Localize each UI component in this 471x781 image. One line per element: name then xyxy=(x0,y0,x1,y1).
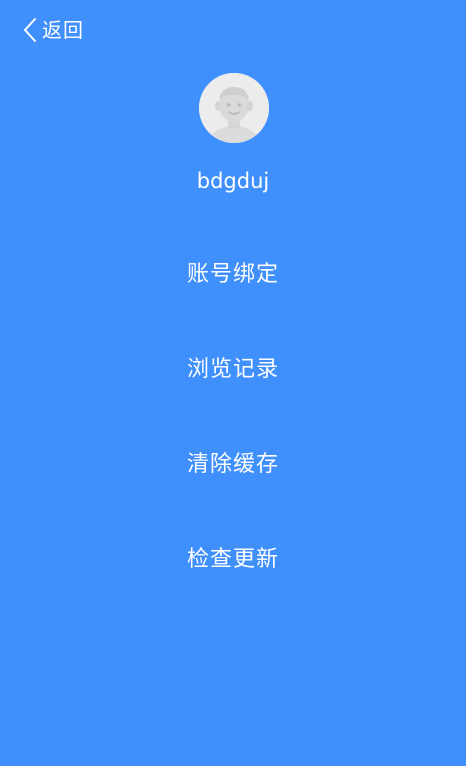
menu-item-label: 浏览记录 xyxy=(186,357,279,382)
back-button[interactable]: 返回 xyxy=(22,14,84,46)
settings-menu: 账号绑定 浏览记录 清除缓存 检查更新 xyxy=(0,259,466,639)
menu-item-clear-cache[interactable]: 清除缓存 xyxy=(0,449,466,544)
default-avatar-icon xyxy=(199,73,269,143)
menu-item-label: 检查更新 xyxy=(186,547,279,572)
menu-item-label: 账号绑定 xyxy=(186,262,279,287)
menu-item-label: 清除缓存 xyxy=(186,452,279,477)
menu-item-account-binding[interactable]: 账号绑定 xyxy=(0,259,466,354)
back-label: 返回 xyxy=(42,18,84,42)
chevron-left-icon xyxy=(24,18,36,42)
menu-item-browsing-history[interactable]: 浏览记录 xyxy=(0,354,466,449)
username: bdgduj xyxy=(196,169,270,193)
sidebar-panel: 返回 bdgduj 账号绑定 浏览记录 清除缓存 检查更新 xyxy=(0,0,466,766)
avatar[interactable] xyxy=(199,73,269,143)
bottom-margin xyxy=(0,766,471,781)
right-margin xyxy=(466,0,471,766)
menu-item-check-update[interactable]: 检查更新 xyxy=(0,544,466,639)
